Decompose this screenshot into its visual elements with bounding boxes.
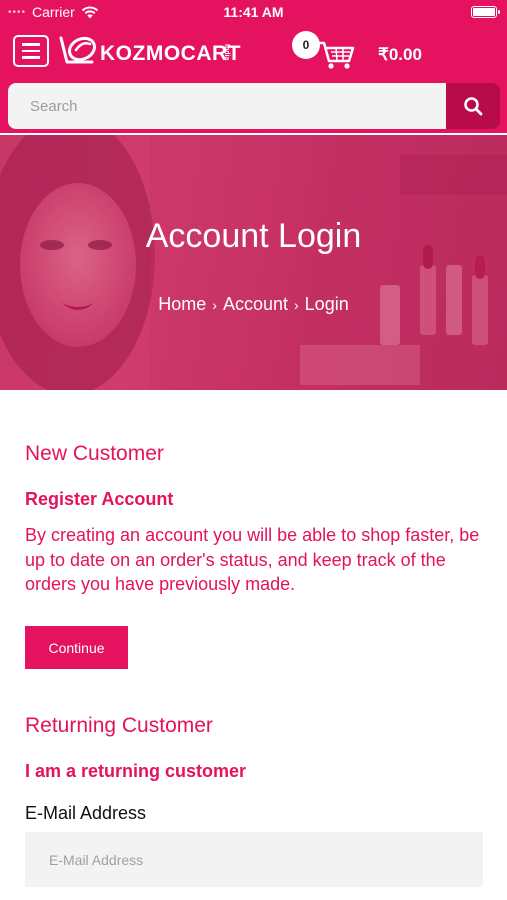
- breadcrumb-separator: ›: [212, 297, 217, 313]
- returning-customer-heading: Returning Customer: [25, 714, 213, 737]
- breadcrumb-home[interactable]: Home: [158, 294, 206, 314]
- brand-tag: India: [223, 44, 230, 61]
- breadcrumb: Home › Account › Login: [0, 294, 507, 315]
- menu-icon-bar: [22, 43, 40, 46]
- breadcrumb-login: Login: [304, 294, 349, 314]
- page-title: Account Login: [145, 217, 362, 255]
- menu-button[interactable]: [13, 35, 49, 67]
- search-input[interactable]: [8, 83, 446, 129]
- continue-button[interactable]: Continue: [25, 626, 128, 669]
- brand-logo[interactable]: KOZMOCART India: [58, 30, 248, 70]
- menu-icon-bar: [22, 56, 40, 59]
- register-description: By creating an account you will be able …: [25, 525, 480, 594]
- new-customer-heading: New Customer: [25, 442, 164, 465]
- breadcrumb-account[interactable]: Account: [223, 294, 288, 314]
- logo-icon: [59, 36, 97, 64]
- app-header: •••• Carrier 11:41 AM KOZMOCART India 0 …: [0, 0, 507, 133]
- status-bar: •••• Carrier 11:41 AM: [0, 0, 507, 26]
- search-button[interactable]: [446, 83, 500, 129]
- hero-banner: Account Login Home › Account › Login: [0, 135, 507, 390]
- brand-name: KOZMOCART: [100, 42, 241, 65]
- returning-customer-subheading: I am a returning customer: [25, 761, 247, 781]
- breadcrumb-separator: ›: [294, 297, 299, 313]
- cart-total[interactable]: ₹0.00: [378, 45, 422, 65]
- banner-overlay: [0, 135, 507, 390]
- status-time: 11:41 AM: [223, 4, 284, 20]
- cart-icon: [316, 41, 355, 69]
- email-field[interactable]: [25, 832, 483, 887]
- battery-icon: [471, 6, 500, 18]
- cart-button[interactable]: 0: [292, 31, 362, 71]
- menu-icon-bar: [22, 49, 40, 53]
- search-icon: [464, 97, 483, 116]
- email-label: E-Mail Address: [25, 803, 147, 823]
- cart-count-badge: 0: [292, 31, 320, 59]
- register-account-heading: Register Account: [25, 489, 174, 509]
